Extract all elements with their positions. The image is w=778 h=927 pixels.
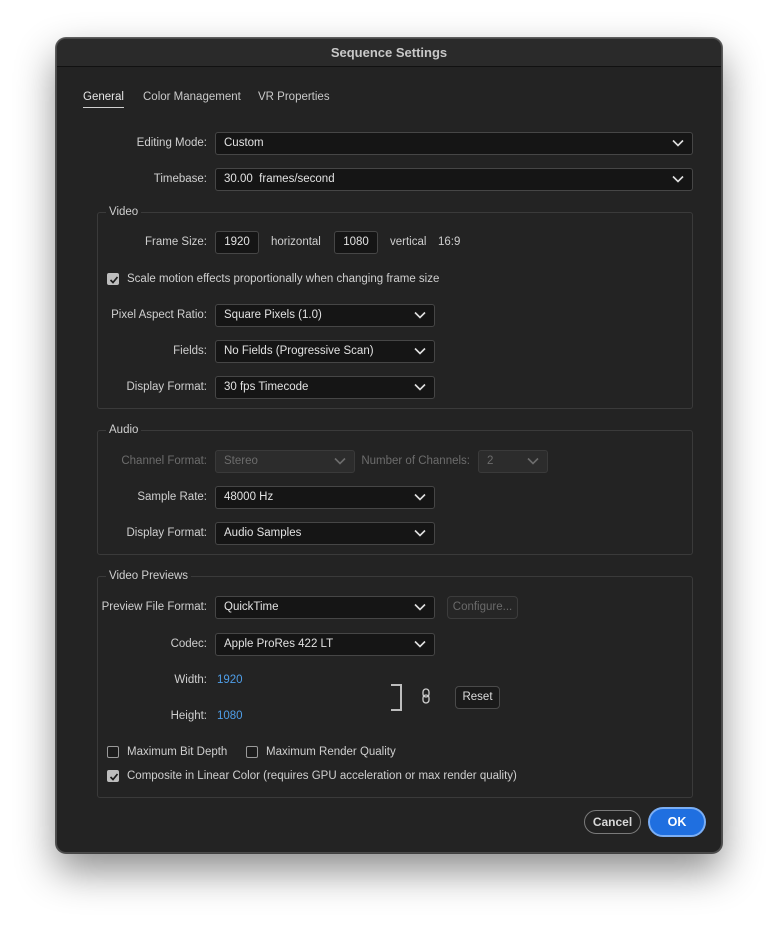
checkmark-icon xyxy=(109,276,119,284)
codec-select[interactable]: Apple ProRes 422 LT xyxy=(215,633,435,656)
audio-display-format-select[interactable]: Audio Samples xyxy=(215,522,435,545)
max-render-quality-label: Maximum Render Quality xyxy=(266,746,396,758)
chevron-down-icon xyxy=(414,383,426,391)
audio-display-format-label: Display Format: xyxy=(126,527,207,539)
chevron-down-icon xyxy=(414,347,426,355)
frame-height-input[interactable]: 1080 xyxy=(334,231,378,254)
editing-mode-label: Editing Mode: xyxy=(136,137,207,149)
chevron-down-icon xyxy=(672,175,684,183)
num-channels-value: 2 xyxy=(487,455,494,467)
frame-size-label: Frame Size: xyxy=(145,236,207,248)
sequence-settings-dialog: Sequence Settings General Color Manageme… xyxy=(56,38,722,853)
video-previews-group-title: Video Previews xyxy=(106,568,192,584)
pixel-aspect-value: Square Pixels (1.0) xyxy=(224,309,322,321)
chevron-down-icon xyxy=(414,311,426,319)
sample-rate-select[interactable]: 48000 Hz xyxy=(215,486,435,509)
fields-label: Fields: xyxy=(173,345,207,357)
checkmark-icon xyxy=(109,773,119,781)
window-title: Sequence Settings xyxy=(57,39,721,67)
frame-width-input[interactable]: 1920 xyxy=(215,231,259,254)
pixel-aspect-label: Pixel Aspect Ratio: xyxy=(111,309,207,321)
scale-motion-label: Scale motion effects proportionally when… xyxy=(127,273,440,285)
ok-button[interactable]: OK xyxy=(648,807,706,837)
editing-mode-select[interactable]: Custom xyxy=(215,132,693,155)
linear-color-checkbox[interactable] xyxy=(107,770,119,782)
channel-format-label: Channel Format: xyxy=(121,455,207,467)
video-group-title: Video xyxy=(106,204,142,220)
codec-label: Codec: xyxy=(170,638,207,650)
chevron-down-icon xyxy=(672,139,684,147)
editing-mode-value: Custom xyxy=(224,137,264,149)
tab-vr-properties[interactable]: VR Properties xyxy=(258,91,330,103)
sample-rate-value: 48000 Hz xyxy=(224,491,274,503)
tab-color-management[interactable]: Color Management xyxy=(143,91,241,103)
preview-file-format-select[interactable]: QuickTime xyxy=(215,596,435,619)
preview-file-format-value: QuickTime xyxy=(224,601,279,613)
max-bit-depth-checkbox[interactable] xyxy=(107,746,119,758)
max-render-quality-checkbox[interactable] xyxy=(246,746,258,758)
timebase-select[interactable]: 30.00 frames/second xyxy=(215,168,693,191)
chevron-down-icon xyxy=(414,493,426,501)
codec-value: Apple ProRes 422 LT xyxy=(224,638,334,650)
vertical-label: vertical xyxy=(390,236,427,248)
audio-display-format-value: Audio Samples xyxy=(224,527,302,539)
link-bracket xyxy=(391,684,402,711)
sample-rate-label: Sample Rate: xyxy=(137,491,207,503)
num-channels-label: Number of Channels: xyxy=(361,455,470,467)
timebase-value: 30.00 frames/second xyxy=(224,173,335,185)
pixel-aspect-select[interactable]: Square Pixels (1.0) xyxy=(215,304,435,327)
aspect-ratio-text: 16:9 xyxy=(438,236,461,248)
timebase-label: Timebase: xyxy=(153,173,207,185)
chevron-down-icon xyxy=(414,529,426,537)
horizontal-label: horizontal xyxy=(271,236,321,248)
chevron-down-icon xyxy=(414,603,426,611)
preview-height-label: Height: xyxy=(170,710,207,722)
cancel-button[interactable]: Cancel xyxy=(584,810,641,834)
video-display-format-value: 30 fps Timecode xyxy=(224,381,309,393)
configure-button: Configure... xyxy=(447,596,518,619)
max-bit-depth-label: Maximum Bit Depth xyxy=(127,746,228,758)
scale-motion-checkbox[interactable] xyxy=(107,273,119,285)
preview-width-label: Width: xyxy=(174,674,207,686)
channel-format-value: Stereo xyxy=(224,455,258,467)
preview-height-value[interactable]: 1080 xyxy=(217,705,243,727)
fields-value: No Fields (Progressive Scan) xyxy=(224,345,374,357)
linear-color-label: Composite in Linear Color (requires GPU … xyxy=(127,770,517,782)
preview-width-value[interactable]: 1920 xyxy=(217,669,243,691)
preview-file-format-label: Preview File Format: xyxy=(101,601,207,613)
chevron-down-icon xyxy=(414,640,426,648)
tab-general[interactable]: General xyxy=(83,91,124,108)
num-channels-select: 2 xyxy=(478,450,548,473)
video-display-format-label: Display Format: xyxy=(126,381,207,393)
audio-group-title: Audio xyxy=(106,422,142,438)
reset-button[interactable]: Reset xyxy=(455,686,500,709)
fields-select[interactable]: No Fields (Progressive Scan) xyxy=(215,340,435,363)
link-chain-icon[interactable] xyxy=(421,688,431,707)
video-display-format-select[interactable]: 30 fps Timecode xyxy=(215,376,435,399)
chevron-down-icon xyxy=(527,457,539,465)
